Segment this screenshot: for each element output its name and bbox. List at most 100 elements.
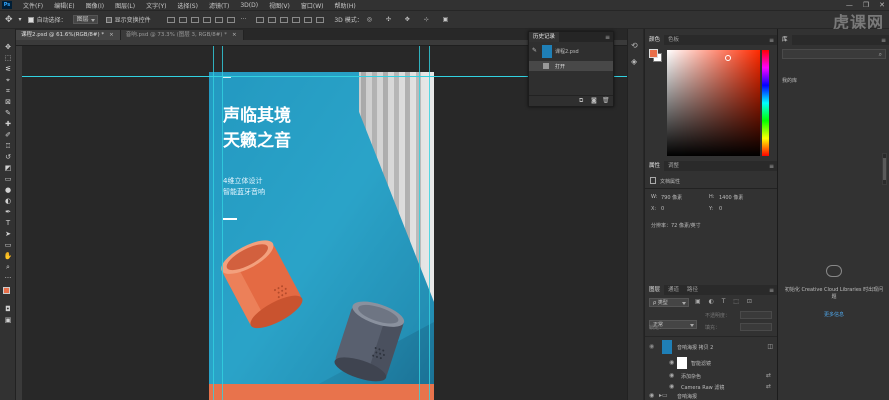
move-tool-icon[interactable]: ✥ <box>3 43 13 52</box>
quick-mask-icon[interactable]: ◘ <box>3 305 13 314</box>
tab-paths[interactable]: 路径 <box>683 285 702 295</box>
lasso-tool-icon[interactable]: ᓬ <box>3 65 13 74</box>
x-value[interactable]: 0 <box>661 206 664 212</box>
tab-libraries[interactable]: 库 <box>778 35 792 45</box>
history-step-row[interactable]: 打开 <box>529 61 613 71</box>
menu-help[interactable]: 帮助(H) <box>335 1 356 10</box>
tab-document-2[interactable]: 音响.psd @ 73.3% (图层 3, RGB/8#) * × <box>120 30 244 40</box>
align-right-icon[interactable] <box>190 16 199 23</box>
tab-document-1[interactable]: 课程2.psd @ 61.6%(RGB/8#) * × <box>16 30 121 40</box>
camera-icon[interactable]: ◙ <box>591 97 597 104</box>
eraser-tool-icon[interactable]: ◩ <box>3 164 13 173</box>
tab-layers[interactable]: 图层 <box>645 285 665 295</box>
scrollbar-thumb[interactable] <box>883 158 886 180</box>
more-options-icon[interactable]: ··· <box>241 16 247 23</box>
menu-view[interactable]: 视图(V) <box>269 1 290 10</box>
tab-channels[interactable]: 通道 <box>664 285 683 295</box>
color-swatches-icon[interactable] <box>3 287 13 301</box>
visibility-icon[interactable]: ◉ <box>669 359 674 366</box>
fill-field[interactable] <box>740 323 772 331</box>
menu-select[interactable]: 选择(S) <box>177 1 198 10</box>
visibility-icon[interactable]: ◉ <box>649 343 654 350</box>
library-search-field[interactable]: ⌕ <box>782 49 886 59</box>
menu-window[interactable]: 窗口(W) <box>301 1 324 10</box>
layer-filter-icons[interactable]: ▣ ◐ T ⬚ ⊡ <box>695 298 755 305</box>
align-middle-icon[interactable] <box>214 16 223 23</box>
eyedropper-tool-icon[interactable]: ✎ <box>3 109 13 118</box>
tab-swatches[interactable]: 色板 <box>664 35 683 45</box>
new-document-from-state-icon[interactable]: ⧉ <box>579 97 583 105</box>
3d-mode-icons[interactable]: ◎ ✣ ✥ ⊹ ▣ <box>367 16 455 23</box>
layer-row[interactable]: ◉ 音响海报 拷贝 2 ◫ <box>645 336 777 356</box>
layer-row[interactable]: ◉ ▸▭ 音响海报 <box>645 392 777 400</box>
distribute-3-icon[interactable] <box>280 16 289 23</box>
frame-tool-icon[interactable]: ⊠ <box>3 98 13 107</box>
filter-options-icon[interactable]: ⇄ <box>766 383 771 390</box>
brush-tool-icon[interactable]: ✐ <box>3 131 13 140</box>
panel-menu-icon[interactable]: ≡ <box>881 37 886 44</box>
dodge-tool-icon[interactable]: ◐ <box>3 197 13 206</box>
panel-menu-icon[interactable]: ≡ <box>605 34 610 41</box>
tab-adjustments[interactable]: 调整 <box>664 161 683 171</box>
healing-brush-tool-icon[interactable]: ✚ <box>3 120 13 129</box>
distribute-1-icon[interactable] <box>256 16 265 23</box>
more-tools-icon[interactable]: ··· <box>3 274 13 283</box>
guide-vertical-1[interactable] <box>213 46 214 400</box>
auto-select-dropdown[interactable]: 图层 <box>72 15 98 24</box>
path-select-tool-icon[interactable]: ➤ <box>3 230 13 239</box>
quick-select-tool-icon[interactable]: ⌖ <box>3 76 13 85</box>
tab-properties[interactable]: 属性 <box>645 161 665 171</box>
tab-color[interactable]: 颜色 <box>645 35 665 45</box>
close-icon[interactable]: ✕ <box>879 1 885 9</box>
distribute-4-icon[interactable] <box>292 16 301 23</box>
visibility-icon[interactable]: ◉ <box>669 383 674 390</box>
menu-type[interactable]: 文字(Y) <box>146 1 166 10</box>
tool-preset-picker[interactable]: ▾ <box>19 16 22 23</box>
close-icon[interactable]: × <box>232 32 237 38</box>
snapshot-label[interactable]: 课程2.psd <box>555 48 579 55</box>
distribute-2-icon[interactable] <box>268 16 277 23</box>
history-brush-tool-icon[interactable]: ↺ <box>3 153 13 162</box>
distribute-6-icon[interactable] <box>316 16 325 23</box>
menu-file[interactable]: 文件(F) <box>23 1 43 10</box>
color-field[interactable] <box>667 50 760 156</box>
opacity-field[interactable] <box>740 311 772 319</box>
history-panel-title[interactable]: 历史记录 <box>529 32 560 42</box>
layer-filter-dropdown[interactable]: ρ 类型 <box>649 298 689 307</box>
library-dropdown[interactable]: 我的库 <box>782 77 797 84</box>
crop-tool-icon[interactable]: ⌗ <box>3 87 13 96</box>
layer-row[interactable]: ◉ 智能滤镜 <box>645 356 777 370</box>
move-tool-icon[interactable]: ✥ <box>5 15 13 25</box>
distribute-5-icon[interactable] <box>304 16 313 23</box>
blur-tool-icon[interactable]: ● <box>3 186 13 195</box>
close-icon[interactable]: × <box>109 32 114 38</box>
align-left-icon[interactable] <box>166 16 175 23</box>
panel-menu-icon[interactable]: ≡ <box>769 37 774 44</box>
hue-slider[interactable] <box>762 50 769 156</box>
width-value[interactable]: 790 像素 <box>661 194 682 201</box>
layer-row[interactable]: ◉ 添加杂色 ⇄ <box>645 370 777 381</box>
show-transform-checkbox[interactable]: 显示变换控件 <box>105 15 151 24</box>
clone-stamp-tool-icon[interactable]: ♖ <box>3 142 13 151</box>
height-value[interactable]: 1400 像素 <box>719 194 743 201</box>
menu-filter[interactable]: 滤镜(T) <box>209 1 229 10</box>
guide-vertical-2[interactable] <box>222 46 223 400</box>
poster-artboard[interactable]: 声临其境 天籁之音 4维立体设计 智能蓝牙音响 <box>209 72 434 400</box>
panel-menu-icon[interactable]: ≡ <box>769 163 774 170</box>
history-brush-source-icon[interactable]: ✎ <box>532 47 540 57</box>
align-bottom-icon[interactable] <box>226 16 235 23</box>
marquee-tool-icon[interactable]: ⬚ <box>3 54 13 63</box>
trash-icon[interactable]: 🗑 <box>602 97 610 104</box>
type-tool-icon[interactable]: T <box>3 219 13 228</box>
guide-vertical-3[interactable] <box>419 46 420 400</box>
visibility-icon[interactable]: ◉ <box>649 392 654 399</box>
history-panel-icon[interactable]: ⟲ <box>631 41 638 50</box>
filter-options-icon[interactable]: ⇄ <box>766 372 771 379</box>
color-picker-cursor[interactable] <box>725 55 731 61</box>
maximize-icon[interactable]: ❐ <box>863 1 869 9</box>
rectangle-tool-icon[interactable]: ▭ <box>3 241 13 250</box>
zoom-tool-icon[interactable]: ⌕ <box>3 263 13 272</box>
menu-layer[interactable]: 图层(L) <box>115 1 135 10</box>
properties-panel-icon[interactable]: ◈ <box>631 57 637 66</box>
menu-edit[interactable]: 编辑(E) <box>54 1 74 10</box>
